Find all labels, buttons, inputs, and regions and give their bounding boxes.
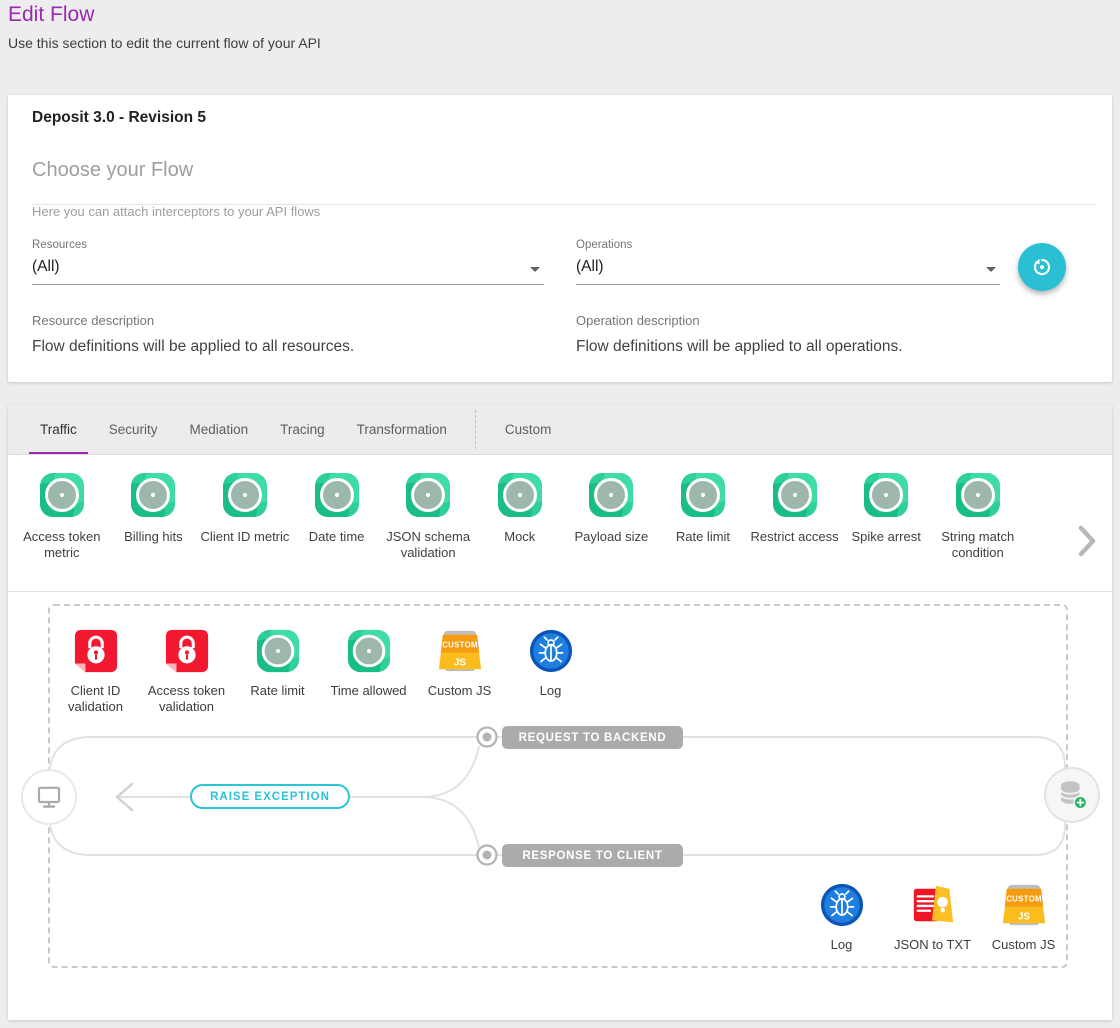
- monitor-icon: [29, 777, 69, 817]
- tab-security[interactable]: Security: [93, 405, 174, 454]
- gauge-icon: [221, 471, 269, 519]
- operations-select[interactable]: Operations (All): [576, 239, 1000, 285]
- chevron-down-icon: [986, 267, 996, 272]
- request-interceptor-time-allowed[interactable]: Time allowed: [323, 628, 414, 716]
- database-add-icon: [1052, 775, 1092, 815]
- customjs-icon: [1001, 882, 1047, 928]
- resource-description-label: Resource description: [32, 313, 154, 328]
- tab-traffic[interactable]: Traffic: [24, 405, 93, 454]
- gauge-icon: [954, 471, 1002, 519]
- chevron-down-icon: [530, 267, 540, 272]
- gauge-icon: [679, 471, 727, 519]
- resource-description-text: Flow definitions will be applied to all …: [32, 338, 354, 356]
- lock-icon: [73, 628, 119, 674]
- response-interceptor-custom-js[interactable]: Custom JS: [978, 882, 1069, 953]
- palette-item-string-match-condition[interactable]: String match condition: [932, 471, 1024, 591]
- palette-scroll-right-button[interactable]: [1074, 525, 1100, 557]
- operation-description-label: Operation description: [576, 313, 700, 328]
- palette-item-spike-arrest[interactable]: Spike arrest: [840, 471, 932, 591]
- flow-canvas: Client ID validation Access token valida…: [8, 592, 1112, 1020]
- palette-item-date-time[interactable]: Date time: [291, 471, 383, 591]
- gauge-icon: [496, 471, 544, 519]
- resources-value: (All): [32, 258, 544, 276]
- palette-item-access-token-metric[interactable]: Access token metric: [16, 471, 108, 591]
- gauge-icon: [587, 471, 635, 519]
- request-interceptor-custom-js[interactable]: Custom JS: [414, 628, 505, 716]
- response-interceptors-row: Log JSON to TXT Custom JS: [796, 882, 1069, 953]
- customjs-icon: [437, 628, 483, 674]
- api-revision-title: Deposit 3.0 - Revision 5: [32, 109, 206, 127]
- raise-exception-label: RAISE EXCEPTION: [190, 784, 350, 809]
- history-icon: [1030, 255, 1054, 279]
- gauge-icon: [862, 471, 910, 519]
- palette-item-billing-hits[interactable]: Billing hits: [108, 471, 200, 591]
- palette-item-restrict-access[interactable]: Restrict access: [749, 471, 841, 591]
- request-interceptor-access-token-validation[interactable]: Access token validation: [141, 628, 232, 716]
- page-subtitle: Use this section to edit the current flo…: [8, 35, 321, 51]
- request-interceptor-log[interactable]: Log: [505, 628, 596, 716]
- bug-icon: [528, 628, 574, 674]
- page-title: Edit Flow: [8, 3, 94, 27]
- response-interceptor-json-to-txt[interactable]: JSON to TXT: [887, 882, 978, 953]
- interceptor-tabs: Traffic Security Mediation Tracing Trans…: [8, 405, 1112, 455]
- operations-label: Operations: [576, 239, 1000, 251]
- gauge-icon: [129, 471, 177, 519]
- response-interceptor-log[interactable]: Log: [796, 882, 887, 953]
- chevron-right-icon: [1074, 525, 1100, 557]
- palette-item-rate-limit[interactable]: Rate limit: [657, 471, 749, 591]
- operations-value: (All): [576, 258, 1000, 276]
- operation-description-text: Flow definitions will be applied to all …: [576, 338, 903, 356]
- lock-icon: [164, 628, 210, 674]
- jsontotxt-icon: [910, 882, 956, 928]
- palette-item-client-id-metric[interactable]: Client ID metric: [199, 471, 291, 591]
- request-interceptor-client-id-validation[interactable]: Client ID validation: [50, 628, 141, 716]
- tab-custom[interactable]: Custom: [489, 405, 568, 454]
- backend-endpoint-add[interactable]: [1044, 767, 1100, 823]
- gauge-icon: [313, 471, 361, 519]
- gauge-icon: [404, 471, 452, 519]
- gauge-icon: [255, 628, 301, 674]
- interceptor-palette: Access token metric Billing hits Client …: [8, 455, 1112, 592]
- bug-icon: [819, 882, 865, 928]
- request-to-backend-label: REQUEST TO BACKEND: [502, 726, 683, 749]
- tab-mediation[interactable]: Mediation: [174, 405, 265, 454]
- gauge-icon: [346, 628, 392, 674]
- client-endpoint: [21, 769, 77, 825]
- palette-item-json-schema-validation[interactable]: JSON schema validation: [382, 471, 474, 591]
- flow-editor-card: Traffic Security Mediation Tracing Trans…: [8, 405, 1112, 1020]
- flow-selection-card: Deposit 3.0 - Revision 5 Choose your Flo…: [8, 95, 1112, 382]
- gauge-icon: [38, 471, 86, 519]
- tab-tracing[interactable]: Tracing: [264, 405, 341, 454]
- request-interceptors-row: Client ID validation Access token valida…: [50, 628, 596, 716]
- resources-select[interactable]: Resources (All): [32, 239, 544, 285]
- resources-label: Resources: [32, 239, 544, 251]
- palette-item-payload-size[interactable]: Payload size: [566, 471, 658, 591]
- response-to-client-label: RESPONSE TO CLIENT: [502, 844, 683, 867]
- request-interceptor-rate-limit[interactable]: Rate limit: [232, 628, 323, 716]
- tab-transformation[interactable]: Transformation: [341, 405, 463, 454]
- palette-item-mock[interactable]: Mock: [474, 471, 566, 591]
- choose-flow-heading: Choose your Flow: [32, 159, 193, 182]
- choose-flow-hint: Here you can attach interceptors to your…: [32, 204, 320, 219]
- refresh-flow-button[interactable]: [1018, 243, 1066, 291]
- gauge-icon: [771, 471, 819, 519]
